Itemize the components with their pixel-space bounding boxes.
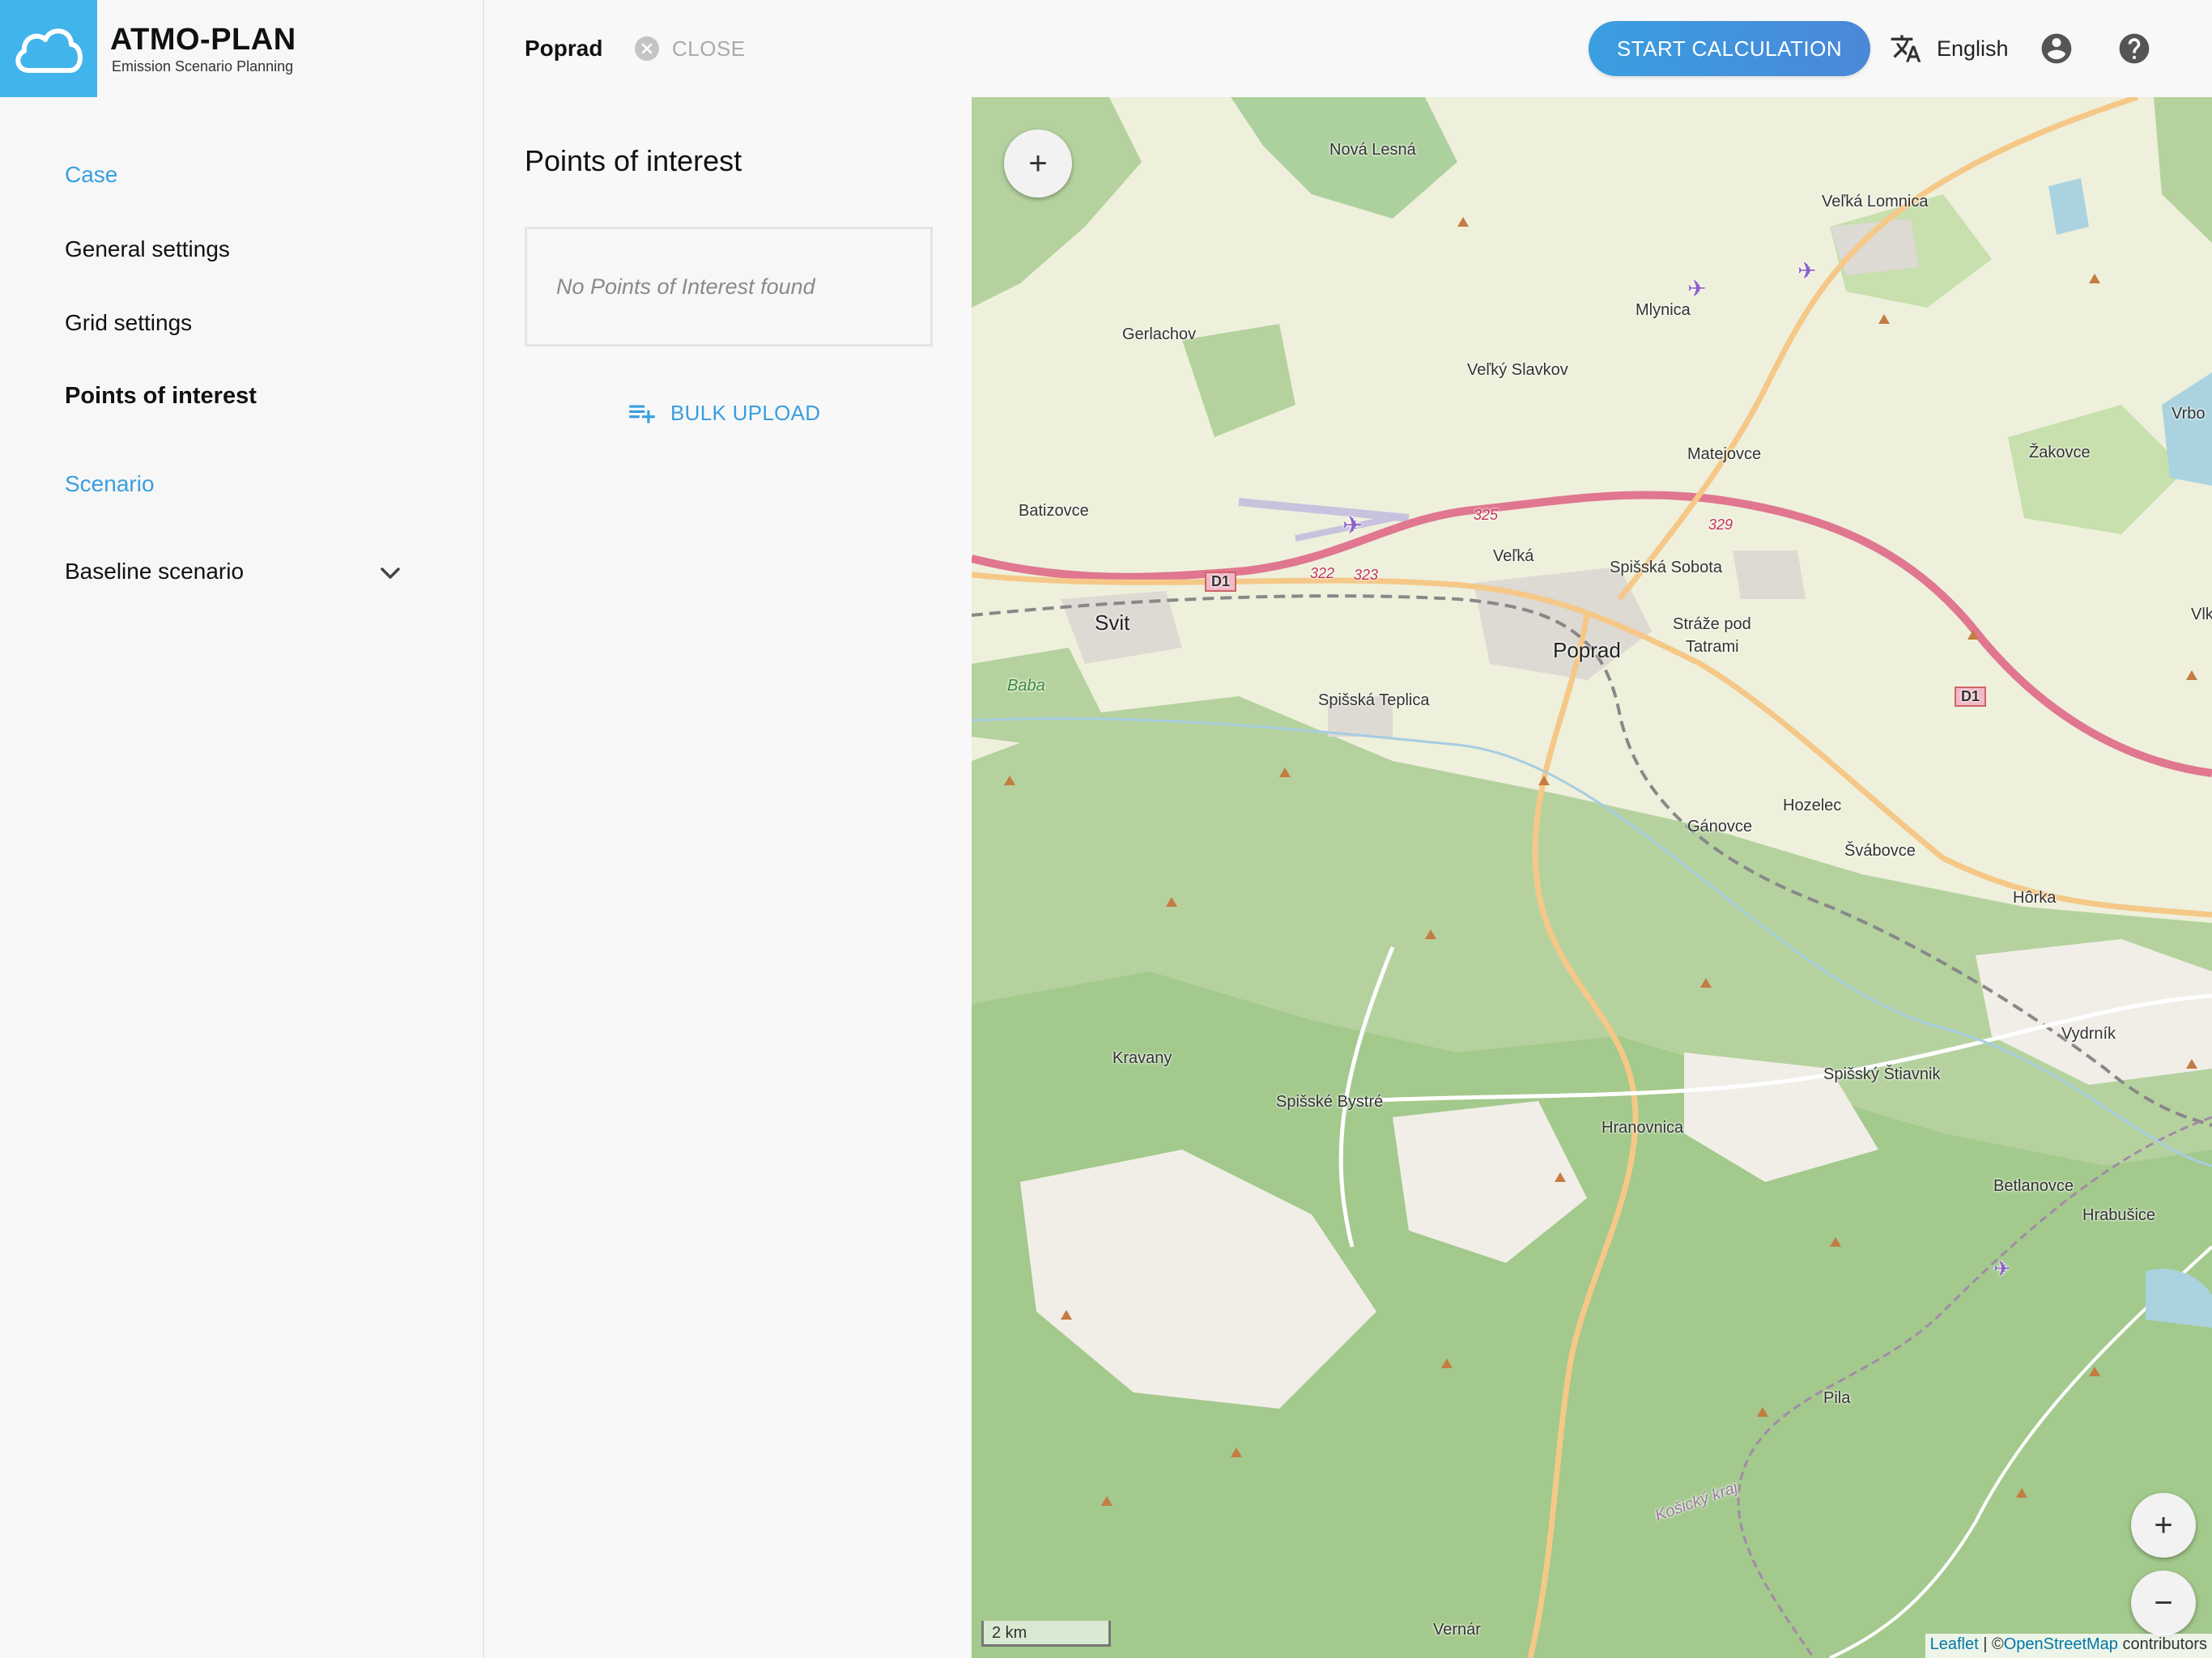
sidebar-item-points-of-interest[interactable]: Points of interest bbox=[65, 383, 257, 410]
map-label: Gánovce bbox=[1687, 818, 1753, 835]
sidebar: ATMO-PLAN Emission Scenario Planning Cas… bbox=[0, 0, 484, 1658]
map-label: Hranovnica bbox=[1602, 1119, 1684, 1137]
osm-link[interactable]: OpenStreetMap bbox=[2004, 1635, 2118, 1653]
map-label: Veľká Lomnica bbox=[1822, 193, 1929, 210]
map-label: Hôrka bbox=[2013, 889, 2057, 907]
sidebar-item-baseline-scenario[interactable]: Baseline scenario bbox=[65, 559, 244, 585]
attribution-tail: contributors bbox=[2117, 1635, 2207, 1653]
map-label: Spišská Teplica bbox=[1318, 691, 1430, 709]
road-number: 325 bbox=[1474, 507, 1499, 523]
map-label: Vrbo bbox=[2172, 405, 2206, 423]
map-scale: 2 km bbox=[981, 1621, 1111, 1647]
map-label: Svit bbox=[1095, 610, 1130, 635]
help-icon[interactable] bbox=[2116, 31, 2152, 66]
sidebar-item-general-settings[interactable]: General settings bbox=[65, 236, 230, 262]
close-button[interactable]: CLOSE bbox=[635, 34, 746, 63]
sidebar-item-scenario[interactable]: Scenario bbox=[65, 471, 155, 497]
attribution-separator: | © bbox=[1978, 1635, 2004, 1653]
map-label: Hrabušice bbox=[2082, 1206, 2156, 1224]
app-subtitle: Emission Scenario Planning bbox=[112, 58, 294, 74]
road-number: 323 bbox=[1354, 567, 1379, 583]
airport-icon: ✈ bbox=[1687, 276, 1707, 301]
sidebar-item-case[interactable]: Case bbox=[65, 162, 117, 188]
map-label: Švábovce bbox=[1844, 842, 1916, 860]
airport-icon: ✈ bbox=[1797, 258, 1817, 283]
map-label: Batizovce bbox=[1019, 502, 1089, 520]
road-shield: D1 bbox=[1205, 572, 1237, 592]
cloud-icon bbox=[15, 28, 83, 73]
playlist-add-icon bbox=[629, 405, 655, 423]
zoom-in-button[interactable]: + bbox=[2131, 1493, 2196, 1558]
close-label: CLOSE bbox=[672, 36, 746, 61]
map-label: Betlanovce bbox=[1993, 1177, 2074, 1195]
map-label: Kravany bbox=[1112, 1049, 1172, 1067]
map-label: Spišská Sobota bbox=[1610, 559, 1722, 576]
app-title: ATMO-PLAN bbox=[110, 23, 296, 57]
case-name: Poprad bbox=[525, 36, 603, 61]
logo[interactable] bbox=[0, 0, 97, 97]
map-label: Baba bbox=[1007, 677, 1045, 695]
road-number: 322 bbox=[1310, 565, 1335, 581]
close-icon bbox=[635, 36, 659, 61]
airport-icon: ✈ bbox=[1993, 1256, 2011, 1281]
map-label: Gerlachov bbox=[1122, 325, 1197, 343]
airport-icon: ✈ bbox=[1342, 512, 1363, 539]
map-label: Vlk bbox=[2191, 606, 2212, 623]
map-label: Veľký Slavkov bbox=[1467, 361, 1568, 379]
map-label: Veľká bbox=[1493, 547, 1534, 565]
map-label: Vernár bbox=[1433, 1621, 1481, 1639]
add-poi-button[interactable]: + bbox=[1004, 130, 1072, 198]
map-label: Pila bbox=[1823, 1389, 1851, 1407]
account-icon[interactable] bbox=[2039, 31, 2074, 66]
chevron-down-icon[interactable] bbox=[377, 560, 403, 586]
map-label: Hozelec bbox=[1783, 797, 1842, 814]
map-label: Tatrami bbox=[1686, 638, 1739, 656]
map-attribution: Leaflet | ©OpenStreetMap contributors bbox=[1925, 1634, 2212, 1658]
bulk-upload-label: BULK UPLOAD bbox=[670, 400, 821, 425]
empty-message: No Points of Interest found bbox=[556, 274, 815, 299]
panel-title: Points of interest bbox=[525, 144, 742, 177]
leaflet-link[interactable]: Leaflet bbox=[1930, 1635, 1979, 1653]
map-label: Vydrník bbox=[2061, 1025, 2116, 1043]
zoom-out-button[interactable]: − bbox=[2131, 1571, 2196, 1635]
map[interactable]: Nová Lesná Veľká Lomnica Mlynica Gerlach… bbox=[972, 97, 2212, 1658]
language-selector[interactable]: English bbox=[1890, 31, 2009, 66]
bulk-upload-button[interactable]: BULK UPLOAD bbox=[627, 397, 820, 429]
start-calculation-button[interactable]: START CALCULATION bbox=[1589, 21, 1870, 76]
map-label: Nová Lesná bbox=[1329, 141, 1416, 159]
map-label: Spišské Bystré bbox=[1276, 1093, 1384, 1111]
map-label: Žakovce bbox=[2029, 444, 2091, 461]
map-label: Matejovce bbox=[1687, 445, 1762, 463]
poi-list: No Points of Interest found bbox=[525, 227, 933, 346]
map-label: Stráže pod bbox=[1673, 615, 1751, 633]
map-label: Poprad bbox=[1553, 638, 1621, 662]
sidebar-item-grid-settings[interactable]: Grid settings bbox=[65, 310, 192, 336]
road-shield: D1 bbox=[1955, 687, 1987, 707]
translate-icon bbox=[1891, 35, 1921, 62]
map-label: Spišský Štiavnik bbox=[1823, 1065, 1941, 1083]
road-number: 329 bbox=[1708, 517, 1733, 533]
language-label: English bbox=[1937, 36, 2009, 61]
map-label: Mlynica bbox=[1636, 301, 1691, 319]
